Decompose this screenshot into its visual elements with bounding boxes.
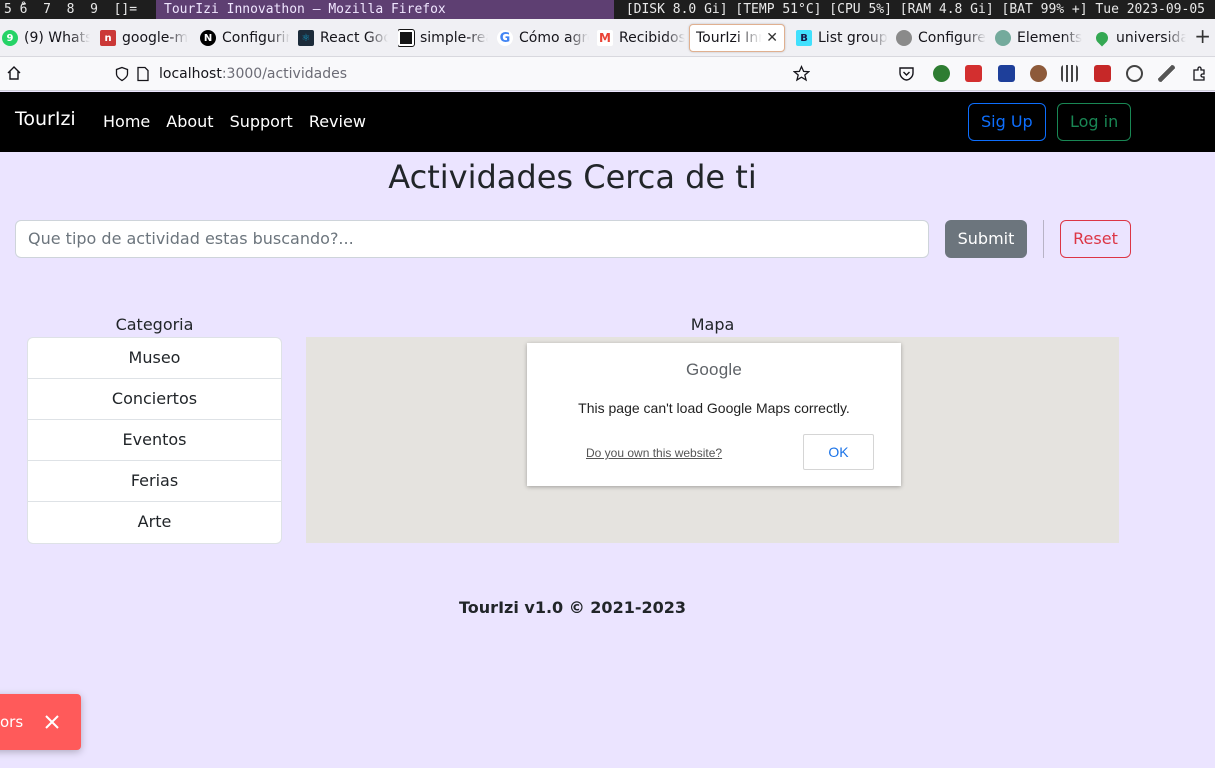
maps-error-message: This page can't load Google Maps correct… <box>578 400 850 416</box>
tab-tourizi-active[interactable]: TourIzi Innovathon ✕ <box>689 24 785 52</box>
avatar-extension-icon[interactable] <box>933 65 950 82</box>
category-item-eventos[interactable]: Eventos <box>28 420 281 461</box>
system-status: [DISK 8.0 Gi] [TEMP 51°C] [CPU 5%] [RAM … <box>625 2 1205 17</box>
nav-link-home[interactable]: Home <box>103 112 150 131</box>
extensions-puzzle-icon[interactable] <box>1191 65 1208 82</box>
category-item-ferias[interactable]: Ferias <box>28 461 281 502</box>
tab-label: google-maps-react <box>122 30 188 46</box>
grid-extension-icon[interactable] <box>1061 65 1078 82</box>
category-item-museo[interactable]: Museo <box>28 338 281 379</box>
eyedropper-icon[interactable] <box>1158 65 1175 82</box>
tab-label: TourIzi Innovathon <box>696 30 762 46</box>
nextjs-icon: N <box>200 30 216 46</box>
site-footer: TourIzi v1.0 © 2021-2023 <box>459 598 686 617</box>
google-icon: G <box>497 30 513 46</box>
tab-label: Cómo agregar <box>519 30 589 46</box>
close-icon[interactable] <box>43 713 61 731</box>
tab-label: Configuring <box>222 30 290 46</box>
close-tab-icon[interactable]: ✕ <box>766 30 778 46</box>
maps-icon <box>1094 29 1111 47</box>
page-title: Actividades Cerca de ti <box>388 158 757 196</box>
url-host: localhost <box>159 66 222 82</box>
nav-link-support[interactable]: Support <box>230 112 293 131</box>
window-title: TourIzi Innovathon — Mozilla Firefox <box>156 0 614 19</box>
tab-react-google[interactable]: ⚛ React Google <box>298 24 388 52</box>
tab-whatsapp[interactable]: 9 (9) WhatsApp <box>2 24 90 52</box>
new-tab-icon[interactable]: + <box>1194 24 1211 48</box>
nav-link-review[interactable]: Review <box>309 112 366 131</box>
home-icon[interactable] <box>6 65 22 81</box>
tab-npm[interactable]: n google-maps-react <box>100 24 188 52</box>
tab-nextjs[interactable]: N Configuring <box>200 24 290 52</box>
github-icon <box>896 30 912 46</box>
signup-button[interactable]: Sig Up <box>968 103 1046 141</box>
pdf-extension-icon[interactable] <box>965 65 982 82</box>
search-input[interactable]: Que tipo de actividad estas buscando?... <box>15 220 929 258</box>
error-toast[interactable]: ors <box>0 694 81 750</box>
reset-button[interactable]: Reset <box>1060 220 1131 258</box>
category-list: Museo Conciertos Eventos Ferias Arte <box>27 337 282 544</box>
react-bootstrap-icon: B <box>796 30 812 46</box>
tab-label: Configure <box>918 30 986 46</box>
gmail-icon: M <box>597 30 613 46</box>
category-item-arte[interactable]: Arte <box>28 502 281 543</box>
page-info-icon[interactable] <box>136 66 150 82</box>
url-path: :3000/actividades <box>221 66 347 82</box>
login-button[interactable]: Log in <box>1057 103 1132 141</box>
toast-text: ors <box>0 713 24 731</box>
tab-label: (9) WhatsApp <box>24 30 90 46</box>
browser-tab-strip: 9 (9) WhatsApp n google-maps-react N Con… <box>0 19 1215 57</box>
site-nav-links: Home About Support Review <box>103 112 382 131</box>
system-status-bar: 5 ̊6 7 8 9 []= TourIzi Innovathon — Mozi… <box>0 0 1215 19</box>
tab-codesandbox[interactable]: simple-react <box>398 24 488 52</box>
tab-label: Recibidos <box>619 30 685 46</box>
chatgpt-icon <box>995 30 1011 46</box>
category-item-conciertos[interactable]: Conciertos <box>28 379 281 420</box>
q-extension-icon[interactable] <box>998 65 1015 82</box>
google-logo: Google <box>685 360 743 379</box>
whatsapp-icon: 9 <box>2 30 18 46</box>
own-website-link[interactable]: Do you own this website? <box>586 446 722 460</box>
site-brand[interactable]: TourIzi <box>15 108 76 130</box>
pocket-icon[interactable] <box>898 65 915 82</box>
cookie-extension-icon[interactable] <box>1030 65 1047 82</box>
tracking-protection-shield-icon[interactable] <box>114 66 130 82</box>
workspace-indicator[interactable]: 5 ̊6 7 8 9 []= <box>4 0 137 19</box>
react-icon: ⚛ <box>298 30 314 46</box>
map-container[interactable]: Google This page can't load Google Maps … <box>306 337 1119 543</box>
site-navbar: TourIzi Home About Support Review Sig Up… <box>0 92 1215 152</box>
tab-label: React Google <box>320 30 388 46</box>
tab-label: universidad <box>1116 30 1186 46</box>
npm-icon: n <box>100 30 116 46</box>
tab-github[interactable]: Configure <box>896 24 986 52</box>
tab-google-maps[interactable]: universidad <box>1094 24 1186 52</box>
tab-list-group[interactable]: B List group <box>796 24 888 52</box>
nav-link-about[interactable]: About <box>166 112 213 131</box>
tab-google-search[interactable]: G Cómo agregar <box>497 24 589 52</box>
bookmark-star-icon[interactable] <box>793 65 810 82</box>
button-divider <box>1043 220 1044 258</box>
tab-gmail[interactable]: M Recibidos <box>597 24 685 52</box>
dislike-extension-icon[interactable] <box>1094 65 1111 82</box>
tab-label: List group <box>818 30 888 46</box>
url-bar[interactable]: localhost:3000/actividades <box>108 60 820 88</box>
tab-chatgpt[interactable]: Elements <box>995 24 1083 52</box>
ok-button[interactable]: OK <box>803 434 874 470</box>
submit-button[interactable]: Submit <box>945 220 1027 258</box>
codesandbox-icon <box>398 29 415 47</box>
maps-error-dialog: Google This page can't load Google Maps … <box>527 343 901 486</box>
browser-nav-bar: localhost:3000/actividades <box>0 57 1215 91</box>
category-heading: Categoria <box>115 315 194 334</box>
url-text[interactable]: localhost:3000/actividades <box>159 66 347 82</box>
map-heading: Mapa <box>690 315 735 334</box>
tab-label: simple-react <box>420 30 488 46</box>
tab-label: Elements <box>1017 30 1083 46</box>
privacy-extension-icon[interactable] <box>1126 65 1143 82</box>
